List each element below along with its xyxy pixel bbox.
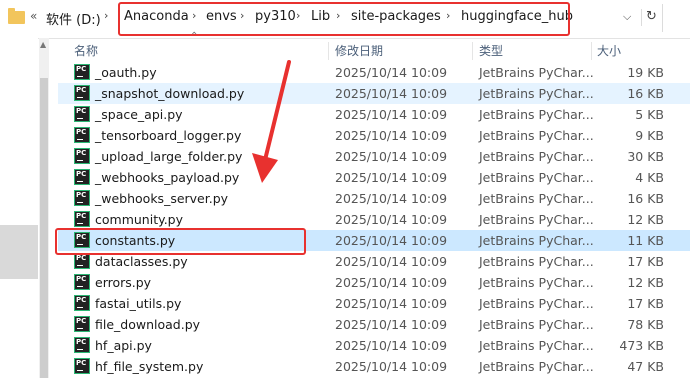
red-arrow-annotation bbox=[252, 60, 291, 183]
